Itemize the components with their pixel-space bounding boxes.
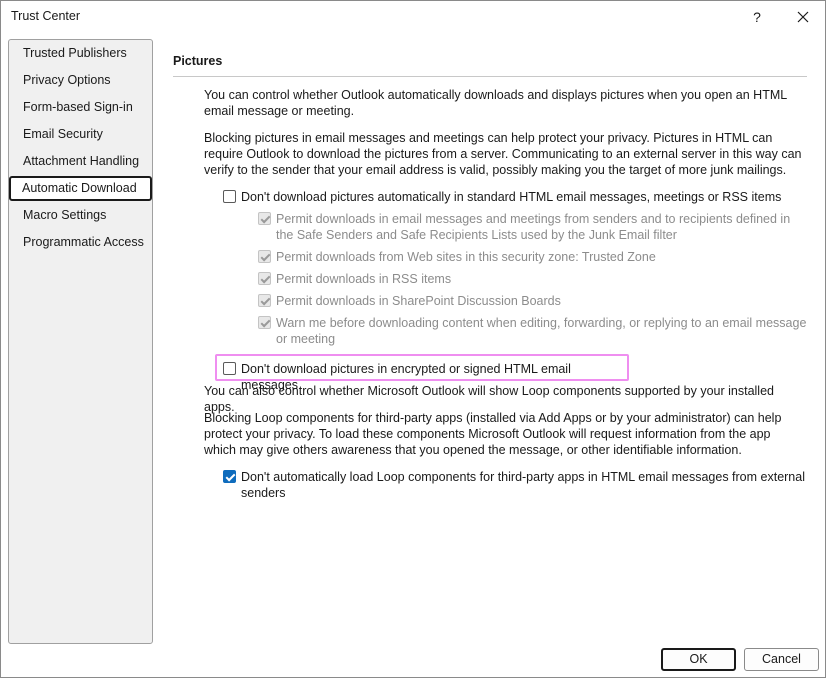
trusted-zone-checkbox <box>258 250 271 263</box>
help-button[interactable]: ? <box>734 1 780 33</box>
sub-option-rss: Permit downloads in RSS items <box>258 271 808 287</box>
sub-option-sharepoint: Permit downloads in SharePoint Discussio… <box>258 293 808 309</box>
rss-label: Permit downloads in RSS items <box>276 272 452 286</box>
sub-option-warn: Warn me before downloading content when … <box>258 315 808 347</box>
safe-senders-checkbox <box>258 212 271 225</box>
warn-checkbox <box>258 316 271 329</box>
sub-option-trusted-zone: Permit downloads from Web sites in this … <box>258 249 808 265</box>
help-icon: ? <box>753 9 761 25</box>
sidebar-nav: Trusted Publishers Privacy Options Form-… <box>8 39 153 644</box>
sidebar-item-privacy-options[interactable]: Privacy Options <box>10 68 152 93</box>
sidebar-item-automatic-download[interactable]: Automatic Download <box>9 176 152 201</box>
dont-download-standard-label: Don't download pictures automatically in… <box>241 190 782 204</box>
section-divider <box>173 76 807 77</box>
sharepoint-checkbox <box>258 294 271 307</box>
dont-load-loop-checkbox[interactable] <box>223 470 236 483</box>
blocking-note-text: Blocking pictures in email messages and … <box>204 131 802 177</box>
sub-option-safe-senders: Permit downloads in email messages and m… <box>258 211 808 243</box>
sidebar-item-email-security[interactable]: Email Security <box>10 122 152 147</box>
dont-download-standard-option[interactable]: Don't download pictures automatically in… <box>223 189 807 205</box>
dont-load-loop-option[interactable]: Don't automatically load Loop components… <box>223 469 807 501</box>
sidebar-item-programmatic-access[interactable]: Programmatic Access <box>10 230 152 255</box>
safe-senders-label: Permit downloads in email messages and m… <box>276 212 791 242</box>
close-button[interactable] <box>780 1 826 33</box>
dont-download-encrypted-checkbox[interactable] <box>223 362 236 375</box>
dont-load-loop-label: Don't automatically load Loop components… <box>241 470 805 500</box>
sidebar-item-form-based-sign-in[interactable]: Form-based Sign-in <box>10 95 152 120</box>
rss-checkbox <box>258 272 271 285</box>
loop-note-text: Blocking Loop components for third-party… <box>204 411 782 457</box>
sharepoint-label: Permit downloads in SharePoint Discussio… <box>276 294 561 308</box>
title-bar: Trust Center ? <box>1 1 825 33</box>
cancel-button[interactable]: Cancel <box>744 648 819 671</box>
trust-center-dialog: Trust Center ? Trusted Publishers Privac… <box>0 0 826 678</box>
ok-button[interactable]: OK <box>661 648 736 671</box>
intro-text: You can control whether Outlook automati… <box>204 88 787 118</box>
section-title: Pictures <box>173 54 223 68</box>
dont-download-standard-checkbox[interactable] <box>223 190 236 203</box>
warn-label: Warn me before downloading content when … <box>276 316 807 346</box>
sidebar-item-trusted-publishers[interactable]: Trusted Publishers <box>10 41 152 66</box>
sidebar-item-macro-settings[interactable]: Macro Settings <box>10 203 152 228</box>
close-icon <box>797 11 809 23</box>
sidebar-item-attachment-handling[interactable]: Attachment Handling <box>10 149 152 174</box>
window-title: Trust Center <box>11 9 81 23</box>
trusted-zone-label: Permit downloads from Web sites in this … <box>276 250 656 264</box>
